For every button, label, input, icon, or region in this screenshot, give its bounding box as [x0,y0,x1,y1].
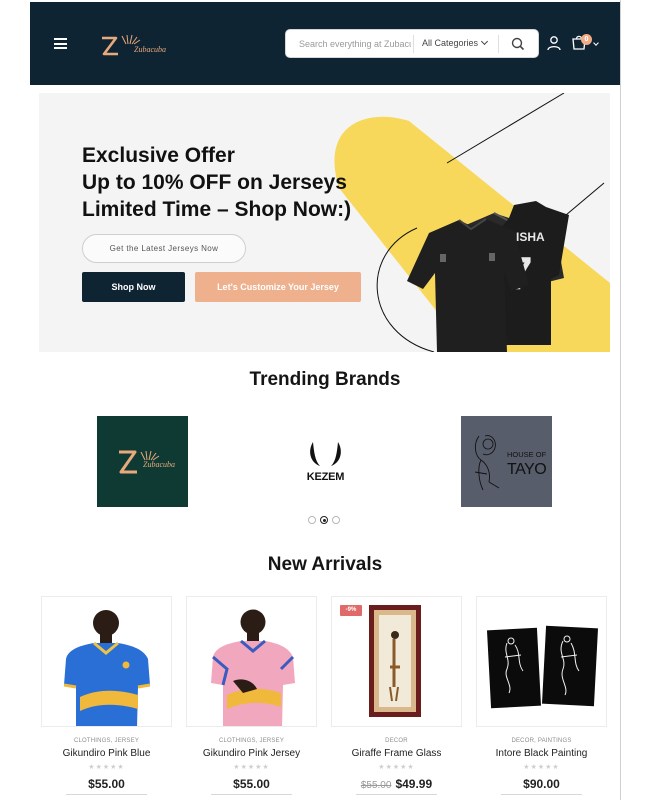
carousel-pagination [308,515,342,525]
product-price: $55.00 [41,777,172,791]
price-value: $55.00 [233,777,270,791]
carousel-dot-active[interactable] [320,516,328,524]
category-select-label: All Categories [422,38,479,48]
player-blue-jersey-image [63,610,151,726]
product-name[interactable]: Gikundiro Pink Jersey [186,748,317,759]
intore-painting-image [486,625,599,709]
product-category[interactable]: CLOTHINGS, JERSEY [186,738,317,744]
product-name[interactable]: Intore Black Painting [476,748,607,759]
chevron-down-icon[interactable] [593,40,599,46]
kezem-horns-icon [310,442,341,466]
divider [211,794,292,795]
product-price: $55.00 $49.99 [331,777,462,791]
category-select[interactable]: All Categories [422,37,489,48]
new-arrivals-title: New Arrivals [267,554,383,575]
site-header: Zubacuba All Categories 0 [30,2,620,85]
product-card[interactable]: CLOTHINGS, JERSEY Gikundiro Pink Jersey … [186,596,317,800]
page-frame-edge [620,0,621,800]
carousel-dot[interactable] [332,516,340,524]
brand-logo-kezem[interactable]: KEZEM [280,416,371,507]
product-price: $90.00 [476,777,607,791]
divider [356,794,437,795]
hero-headline: Exclusive Offer Up to 10% OFF on Jerseys… [82,142,382,223]
hero-tagline-pill: Get the Latest Jerseys Now [82,234,246,263]
product-price: $55.00 [186,777,317,791]
rating-stars: ★★★★★ [523,763,560,771]
divider [501,794,582,795]
search-button[interactable] [508,35,528,53]
shop-now-button[interactable]: Shop Now [82,272,185,302]
hero-banner: MUGISHA 7 Exclusive Offer Up to 10% OFF … [39,93,610,352]
product-card[interactable]: -9% DECOR Giraffe Frame Glass ★★★★★ $55.… [331,596,462,800]
user-icon [547,36,561,51]
divider [66,794,147,795]
price-value: $55.00 [88,777,125,791]
trending-brands-title: Trending Brands [249,369,401,390]
brand-logo-house-of-tayo[interactable]: HOUSE OF TAYO [461,416,552,507]
carousel-dot[interactable] [308,516,316,524]
divider [498,35,499,53]
product-image[interactable] [41,596,172,727]
hero-headline-line: Up to 10% OFF on Jerseys [82,171,347,194]
hero-headline-line: Limited Time – Shop Now:) [82,198,352,221]
product-category[interactable]: DECOR [331,738,462,744]
price-value: $49.99 [395,777,433,791]
brand-label: TAYO [507,461,547,478]
product-image[interactable]: -9% [331,596,462,727]
product-card[interactable]: DECOR, PAINTINGS Intore Black Painting ★… [476,596,607,800]
search-icon [511,37,525,51]
search-input[interactable] [287,31,411,56]
hero-headline-line: Exclusive Offer [82,144,235,167]
site-logo[interactable]: Zubacuba [98,30,166,60]
player-pink-jersey-image [211,609,295,726]
rating-stars: ★★★★★ [88,763,125,771]
product-name[interactable]: Gikundiro Pink Blue [41,748,172,759]
brand-label: KEZEM [306,471,345,483]
logo-text: Zubacuba [134,45,166,54]
giraffe-frame-image [369,605,421,717]
product-image[interactable] [476,596,607,727]
product-name[interactable]: Giraffe Frame Glass [331,748,462,759]
old-price: $55.00 [360,780,392,791]
customize-jersey-button[interactable]: Let's Customize Your Jersey [195,272,361,302]
brand-label: HOUSE OF [507,450,547,459]
brand-label: Zubacuba [143,460,175,469]
search-bar: All Categories [285,29,539,58]
brand-logo-zubacuba[interactable]: Zubacuba [97,416,188,507]
chevron-down-icon [480,37,489,46]
rating-stars: ★★★★★ [378,763,415,771]
sale-badge: -9% [340,605,362,616]
divider [413,35,414,53]
cart-count-badge: 0 [581,34,592,45]
product-image[interactable] [186,596,317,727]
account-button[interactable] [546,35,562,51]
menu-icon[interactable] [54,38,67,49]
product-category[interactable]: CLOTHINGS, JERSEY [41,738,172,744]
product-card[interactable]: CLOTHINGS, JERSEY Gikundiro Pink Blue ★★… [41,596,172,800]
rating-stars: ★★★★★ [233,763,270,771]
price-value: $90.00 [523,777,560,791]
product-category[interactable]: DECOR, PAINTINGS [476,738,607,744]
